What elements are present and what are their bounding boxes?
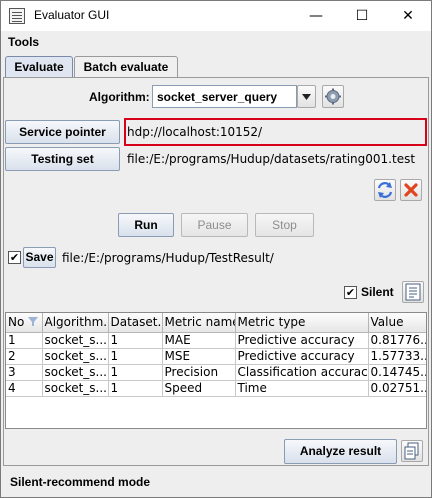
cell-dataset: 1	[108, 364, 163, 381]
cell-metric-type: Classification accuracy	[235, 364, 369, 381]
cell-algorithm: socket_s...	[42, 332, 109, 349]
close-button[interactable]: ✕	[385, 1, 431, 31]
cell-metric-name: Precision	[162, 364, 236, 381]
save-path-field[interactable]: file:/E:/programs/Hudup/TestResult/	[62, 251, 274, 265]
algorithm-config-button[interactable]	[322, 85, 344, 108]
silent-checkbox[interactable]: ✔	[344, 286, 357, 299]
table-row[interactable]: 2 socket_s... 1 MSE Predictive accuracy …	[6, 348, 426, 365]
cell-no: 3	[6, 364, 43, 381]
cell-algorithm: socket_s...	[42, 348, 109, 365]
title-bar: Evaluator GUI — ☐ ✕	[1, 1, 431, 31]
service-pointer-button[interactable]: Service pointer	[5, 120, 120, 144]
table-row[interactable]: 3 socket_s... 1 Precision Classification…	[6, 364, 426, 381]
testing-set-button[interactable]: Testing set	[5, 147, 120, 171]
cell-dataset: 1	[108, 380, 163, 397]
copy-icon	[404, 442, 419, 460]
cell-dataset: 1	[108, 332, 163, 349]
column-header-value[interactable]: Value	[368, 313, 426, 333]
cell-metric-name: MSE	[162, 348, 236, 365]
table-row[interactable]: 4 socket_s... 1 Speed Time 0.02751...	[6, 380, 426, 397]
cell-value: 0.81776...	[368, 332, 426, 349]
analyze-result-button[interactable]: Analyze result	[284, 439, 397, 464]
tab-batch-evaluate[interactable]: Batch evaluate	[74, 56, 178, 78]
report-button[interactable]	[402, 281, 424, 303]
algorithm-selected-value: socket_server_query	[157, 90, 278, 104]
refresh-icon	[377, 182, 393, 198]
chevron-down-icon	[302, 94, 311, 100]
cell-dataset: 1	[108, 348, 163, 365]
gear-icon	[325, 88, 341, 105]
cell-no: 4	[6, 380, 43, 397]
clear-icon	[404, 183, 418, 197]
service-pointer-field[interactable]: hdp://localhost:10152/	[127, 125, 262, 139]
cell-metric-name: MAE	[162, 332, 236, 349]
table-header-row: No Algorithm... Dataset... Metric name M…	[6, 313, 426, 333]
algorithm-select[interactable]: socket_server_query	[152, 85, 297, 108]
filter-icon	[28, 317, 39, 327]
app-icon	[9, 8, 25, 24]
testing-set-field[interactable]: file:/E:/programs/Hudup/datasets/rating0…	[127, 152, 415, 166]
menu-tools[interactable]: Tools	[8, 35, 39, 49]
cell-metric-name: Speed	[162, 380, 236, 397]
algorithm-dropdown-button[interactable]	[297, 85, 316, 108]
cell-algorithm: socket_s...	[42, 364, 109, 381]
column-header-no[interactable]: No	[6, 313, 43, 333]
run-button[interactable]: Run	[118, 213, 174, 237]
minimize-button[interactable]: —	[293, 1, 339, 31]
column-header-dataset[interactable]: Dataset...	[108, 313, 163, 333]
table-row[interactable]: 1 socket_s... 1 MAE Predictive accuracy …	[6, 332, 426, 349]
clear-button[interactable]	[400, 179, 422, 201]
status-text: Silent-recommend mode	[10, 475, 151, 489]
report-icon	[405, 283, 421, 301]
cell-value: 0.02751...	[368, 380, 426, 397]
save-button[interactable]: Save	[23, 247, 56, 268]
copy-button[interactable]	[401, 440, 423, 462]
cell-value: 0.14745...	[368, 364, 426, 381]
evaluator-window: Evaluator GUI — ☐ ✕ Tools Evaluate Batch…	[0, 0, 432, 498]
algorithm-label: Algorithm:	[89, 90, 150, 104]
column-header-metric-name[interactable]: Metric name	[162, 313, 236, 333]
menu-bar: Tools	[1, 31, 431, 53]
silent-label: Silent	[361, 285, 394, 299]
tab-evaluate[interactable]: Evaluate	[5, 56, 73, 78]
results-table[interactable]: No Algorithm... Dataset... Metric name M…	[5, 312, 427, 429]
maximize-button[interactable]: ☐	[339, 1, 385, 31]
pause-button[interactable]: Pause	[181, 213, 248, 237]
refresh-button[interactable]	[374, 179, 396, 201]
cell-metric-type: Predictive accuracy	[235, 348, 369, 365]
cell-metric-type: Time	[235, 380, 369, 397]
cell-no: 2	[6, 348, 43, 365]
save-checkbox[interactable]: ✔	[8, 251, 21, 264]
column-header-metric-type[interactable]: Metric type	[235, 313, 369, 333]
window-title: Evaluator GUI	[34, 8, 110, 22]
cell-value: 1.57733...	[368, 348, 426, 365]
column-header-algorithm[interactable]: Algorithm...	[42, 313, 109, 333]
cell-metric-type: Predictive accuracy	[235, 332, 369, 349]
cell-no: 1	[6, 332, 43, 349]
stop-button[interactable]: Stop	[255, 213, 314, 237]
cell-algorithm: socket_s...	[42, 380, 109, 397]
